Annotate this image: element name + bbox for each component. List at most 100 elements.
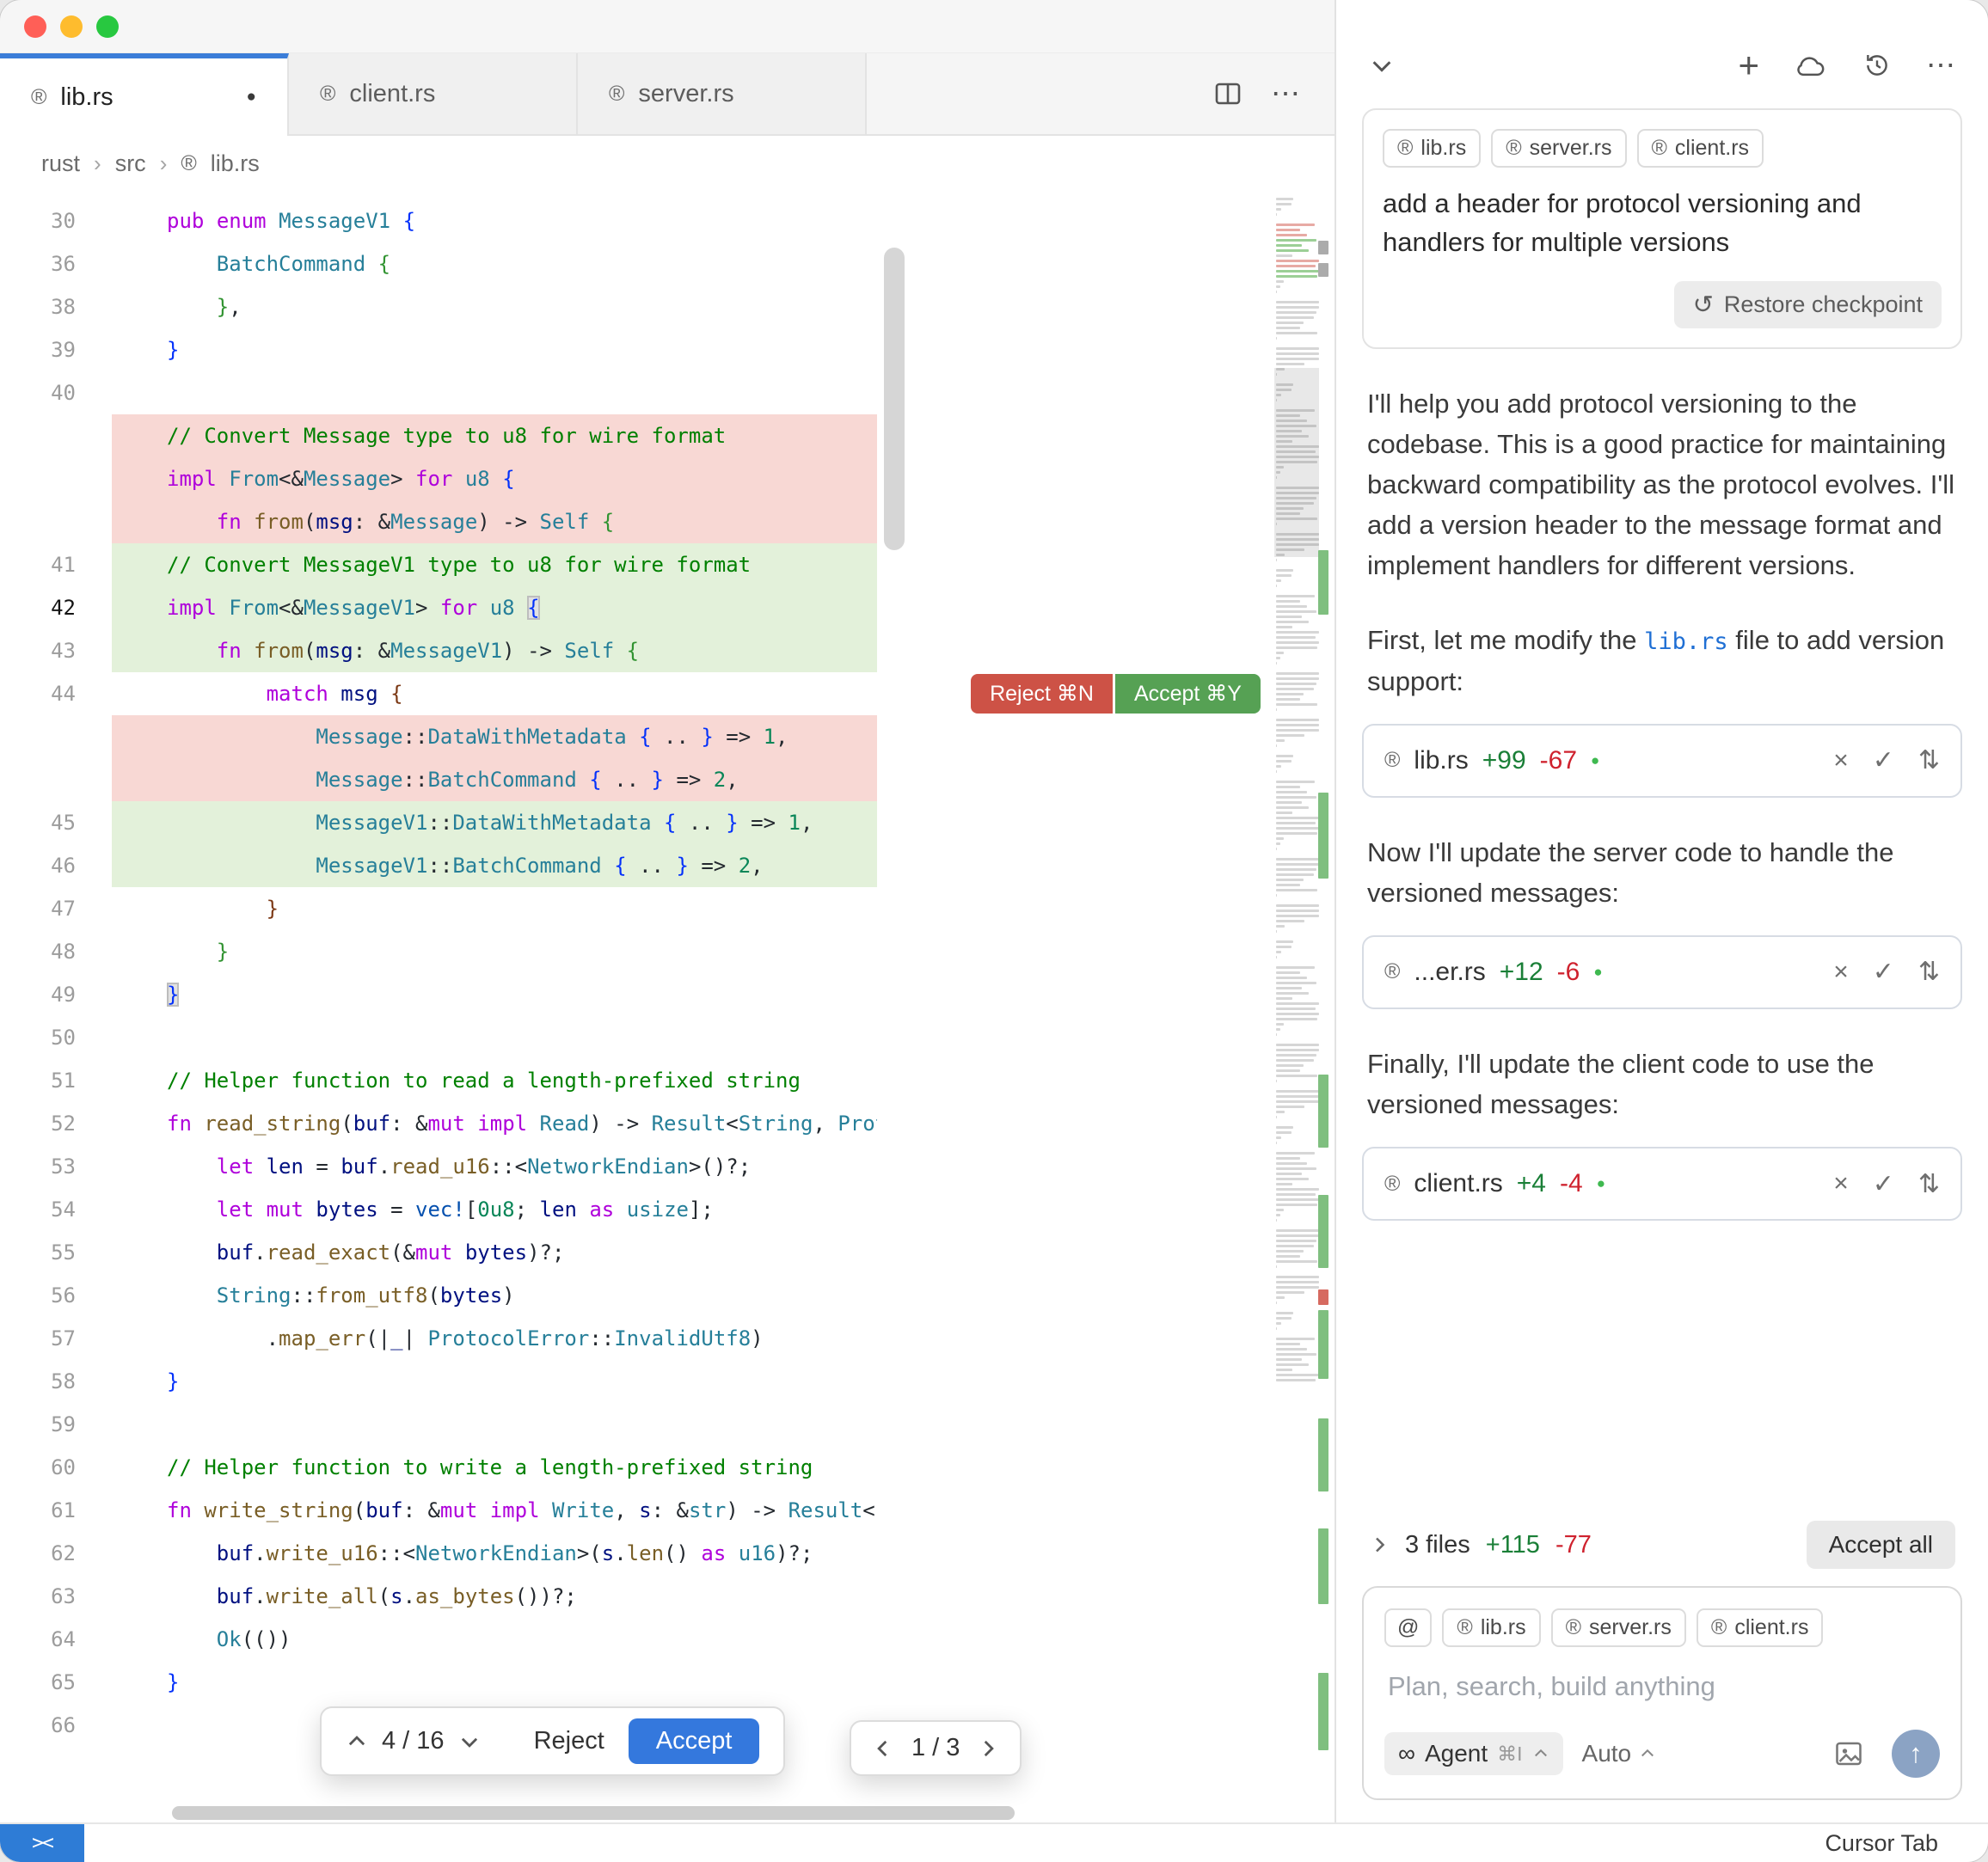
line-number[interactable]: 39 [0,338,112,362]
code-line[interactable]: 43 fn from(msg: &MessageV1) -> Self { [0,629,1335,672]
line-number[interactable]: 42 [0,596,112,620]
line-number[interactable]: 58 [0,1369,112,1393]
breadcrumb[interactable]: rust › src › ® lib.rs [0,136,1335,191]
chat-input-box[interactable]: @ ®lib.rs ®server.rs ®client.rs Plan, se… [1362,1586,1962,1800]
reject-file-icon[interactable]: × [1833,746,1849,775]
minimap[interactable] [1276,191,1329,1822]
line-number[interactable]: 64 [0,1627,112,1651]
cloud-icon[interactable] [1794,52,1828,79]
code-editor[interactable]: 30pub enum MessageV1 {36 BatchCommand {3… [0,191,1335,1822]
line-number[interactable]: 47 [0,897,112,921]
accept-button[interactable]: Accept [629,1718,760,1764]
line-number[interactable]: 57 [0,1326,112,1351]
expand-diff-icon[interactable]: ⇅ [1918,1169,1940,1199]
send-button[interactable]: ↑ [1892,1730,1940,1778]
code-line[interactable]: 42impl From<&MessageV1> for u8 { [0,586,1335,629]
mode-selector[interactable]: ∞ Agent ⌘I [1384,1732,1563,1775]
line-number[interactable]: 50 [0,1026,112,1050]
line-number[interactable]: 53 [0,1155,112,1179]
model-selector[interactable]: Auto [1582,1740,1657,1767]
file-pill[interactable]: ®lib.rs [1442,1608,1540,1647]
new-chat-icon[interactable]: + [1738,47,1759,83]
code-line[interactable]: 61fn write_string(buf: &mut impl Write, … [0,1489,1335,1532]
code-line[interactable]: 53 let len = buf.read_u16::<NetworkEndia… [0,1145,1335,1188]
reject-file-icon[interactable]: × [1833,958,1849,987]
add-context-button[interactable]: @ [1384,1608,1432,1647]
chevron-right-icon[interactable] [1369,1534,1390,1555]
code-line[interactable]: 65} [0,1661,1335,1704]
code-line[interactable]: 50 [0,1016,1335,1059]
line-number[interactable]: 38 [0,295,112,319]
code-line[interactable]: 48 } [0,930,1335,973]
file-pill[interactable]: ®server.rs [1551,1608,1686,1647]
code-line[interactable]: 51// Helper function to read a length-pr… [0,1059,1335,1102]
tab-lib-rs[interactable]: ® lib.rs ● [0,53,289,136]
code-line[interactable]: 36 BatchCommand { [0,242,1335,285]
code-line[interactable]: Message::BatchCommand { .. } => 2, [0,758,1335,801]
line-number[interactable]: 61 [0,1498,112,1522]
line-number[interactable]: 54 [0,1197,112,1222]
reject-file-icon[interactable]: × [1833,1169,1849,1198]
line-number[interactable]: 56 [0,1283,112,1308]
file-pill[interactable]: ®server.rs [1491,129,1626,168]
accept-file-icon[interactable]: ✓ [1873,1169,1894,1199]
expand-diff-icon[interactable]: ⇅ [1918,957,1940,987]
minimap-slider[interactable] [1274,368,1319,557]
code-line[interactable]: 39} [0,328,1335,371]
inline-file-link[interactable]: lib.rs [1644,628,1728,655]
tab-server-rs[interactable]: ® server.rs [578,53,867,134]
chat-input-placeholder[interactable]: Plan, search, build anything [1384,1671,1940,1702]
line-number[interactable]: 46 [0,854,112,878]
minimize-window-button[interactable] [60,15,83,38]
attach-image-icon[interactable] [1833,1738,1864,1769]
maximize-window-button[interactable] [96,15,119,38]
code-line[interactable]: 49} [0,973,1335,1016]
line-number[interactable]: 51 [0,1069,112,1093]
code-line[interactable]: 38 }, [0,285,1335,328]
line-number[interactable]: 41 [0,553,112,577]
line-number[interactable]: 44 [0,682,112,706]
split-editor-icon[interactable] [1214,80,1242,107]
more-options-icon[interactable]: ⋯ [1926,51,1955,80]
chevron-left-icon[interactable] [872,1737,894,1760]
code-line[interactable]: 47 } [0,887,1335,930]
accept-hunk-button[interactable]: Accept ⌘Y [1115,674,1261,714]
code-line[interactable]: 45 MessageV1::DataWithMetadata { .. } =>… [0,801,1335,844]
line-number[interactable]: 48 [0,940,112,964]
code-line[interactable]: 62 buf.write_u16::<NetworkEndian>(s.len(… [0,1532,1335,1575]
code-line[interactable]: 60// Helper function to write a length-p… [0,1446,1335,1489]
line-number[interactable]: 52 [0,1112,112,1136]
line-number[interactable]: 62 [0,1541,112,1565]
line-number[interactable]: 65 [0,1670,112,1694]
chevron-right-icon[interactable] [977,1737,999,1760]
file-change-card[interactable]: ® client.rs +4 -4 ● × ✓ ⇅ [1362,1147,1962,1221]
code-line[interactable]: 64 Ok(()) [0,1618,1335,1661]
accept-all-button[interactable]: Accept all [1807,1521,1955,1569]
file-pill[interactable]: ®client.rs [1637,129,1764,168]
line-number[interactable]: 36 [0,252,112,276]
line-number[interactable]: 45 [0,811,112,835]
line-number[interactable]: 43 [0,639,112,663]
code-line[interactable]: 46 MessageV1::BatchCommand { .. } => 2, [0,844,1335,887]
line-number[interactable]: 60 [0,1455,112,1479]
file-pill[interactable]: ®lib.rs [1383,129,1481,168]
reject-hunk-button[interactable]: Reject ⌘N [971,674,1113,714]
reject-all-button[interactable]: Reject [534,1727,604,1755]
code-line[interactable]: 30pub enum MessageV1 { [0,199,1335,242]
file-change-card[interactable]: ® ...er.rs +12 -6 ● × ✓ ⇅ [1362,935,1962,1009]
file-change-card[interactable]: ® lib.rs +99 -67 ● × ✓ ⇅ [1362,724,1962,798]
tab-client-rs[interactable]: ® client.rs [289,53,578,134]
code-line[interactable]: 55 buf.read_exact(&mut bytes)?; [0,1231,1335,1274]
restore-checkpoint-button[interactable]: ↺ Restore checkpoint [1674,281,1942,328]
code-line[interactable]: Message::DataWithMetadata { .. } => 1, [0,715,1335,758]
breadcrumb-folder[interactable]: rust [41,150,80,177]
vertical-scrollbar[interactable] [884,248,905,550]
code-line[interactable]: 57 .map_err(|_| ProtocolError::InvalidUt… [0,1317,1335,1360]
history-icon[interactable] [1862,51,1892,80]
breadcrumb-folder[interactable]: src [115,150,146,177]
chevron-down-icon[interactable] [1369,52,1395,78]
code-line[interactable]: 52fn read_string(buf: &mut impl Read) ->… [0,1102,1335,1145]
accept-file-icon[interactable]: ✓ [1873,957,1894,987]
file-pill[interactable]: ®client.rs [1697,1608,1824,1647]
line-number[interactable]: 59 [0,1412,112,1436]
